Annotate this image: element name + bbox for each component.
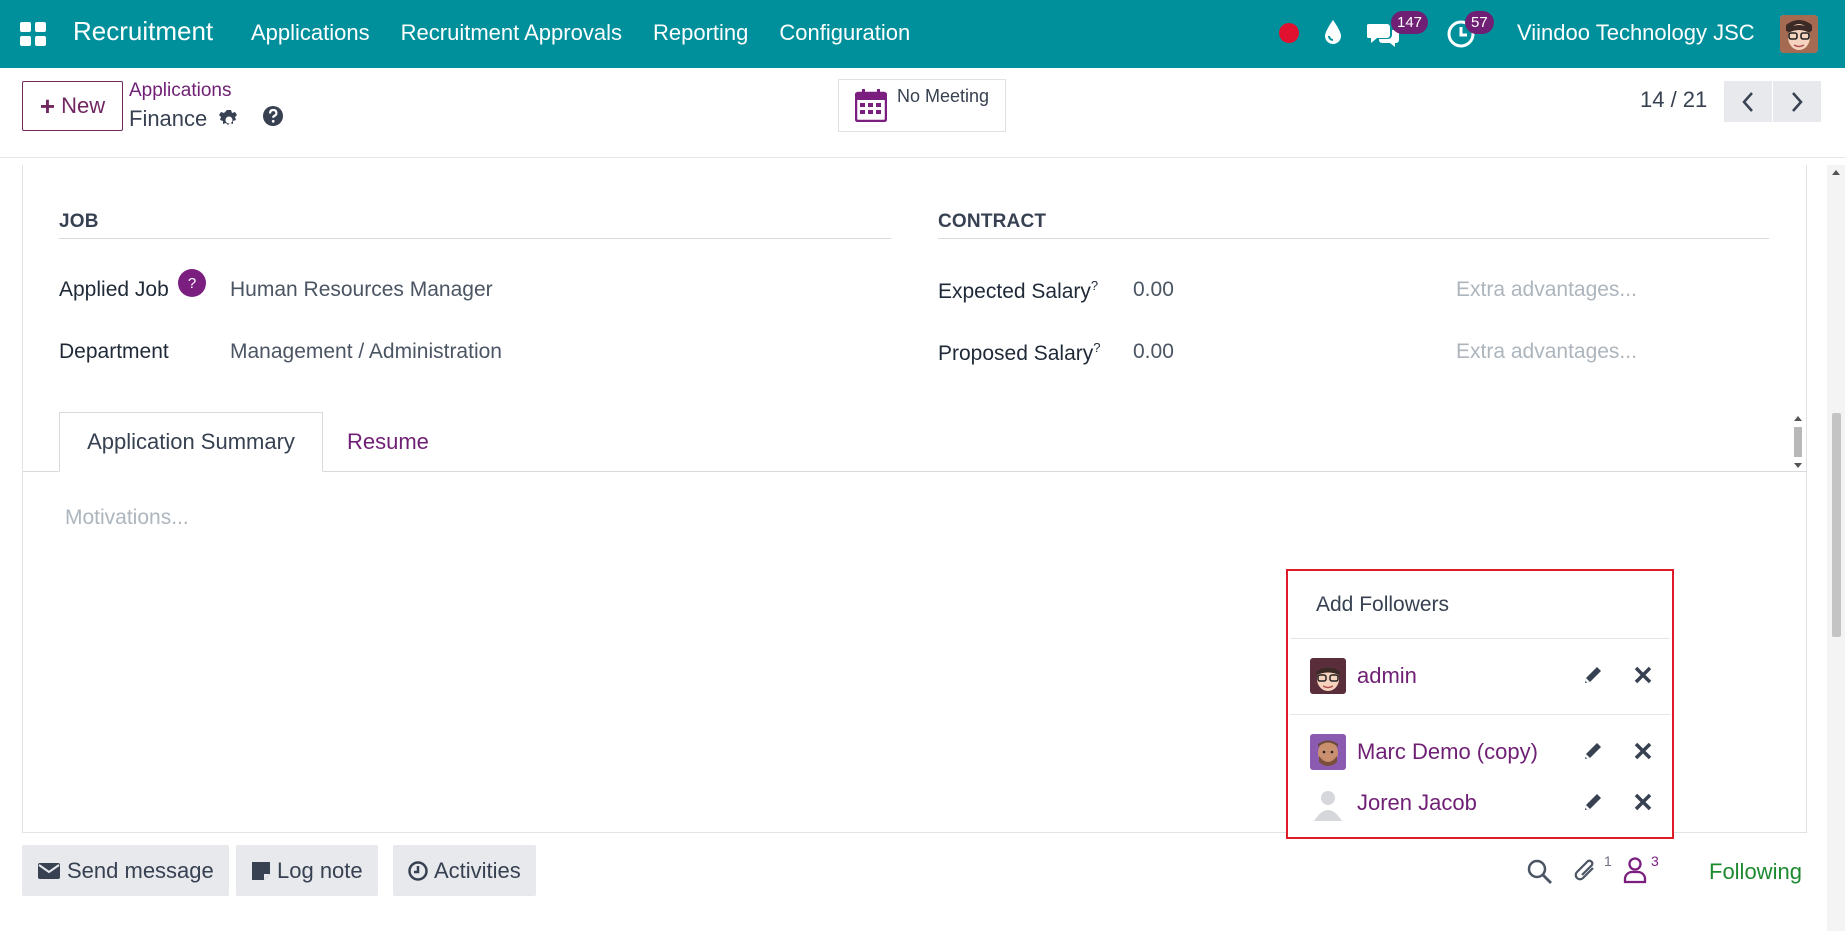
pencil-icon[interactable] xyxy=(1582,791,1604,813)
chevron-left-icon xyxy=(1742,91,1753,112)
followers-count: 3 xyxy=(1651,853,1659,869)
note-icon xyxy=(252,861,270,880)
add-followers-button[interactable]: Add Followers xyxy=(1316,593,1449,617)
meeting-smart-button[interactable]: No Meeting xyxy=(838,79,1006,132)
proposed-extra-advantages-input[interactable]: Extra advantages... xyxy=(1456,340,1637,364)
log-note-label: Log note xyxy=(277,857,363,883)
follower-name[interactable]: admin xyxy=(1357,663,1417,689)
applied-job-field[interactable]: Human Resources Manager xyxy=(230,278,493,302)
calendar-icon xyxy=(855,89,887,122)
main-menu: Applications Recruitment Approvals Repor… xyxy=(251,20,941,46)
followers-dropdown: Add Followers admin Marc Demo (copy) Jor… xyxy=(1286,569,1674,839)
send-message-label: Send message xyxy=(67,857,214,883)
company-switcher[interactable]: Viindoo Technology JSC xyxy=(1517,20,1755,46)
followers-person-icon[interactable] xyxy=(1623,856,1647,884)
job-group-title: JOB xyxy=(59,211,99,232)
close-icon[interactable] xyxy=(1633,741,1653,761)
new-button-label: New xyxy=(61,93,106,118)
follower-name[interactable]: Joren Jacob xyxy=(1357,790,1477,816)
top-navbar: Recruitment Applications Recruitment App… xyxy=(0,0,1845,68)
attachments-count: 1 xyxy=(1604,853,1612,869)
followers-divider xyxy=(1290,714,1670,715)
drop-icon[interactable] xyxy=(1322,18,1344,46)
pager-value[interactable]: 14 / 21 xyxy=(1640,87,1707,113)
follower-avatar xyxy=(1310,658,1346,694)
scroll-up-arrow-icon[interactable] xyxy=(1791,413,1805,423)
contract-group-divider xyxy=(938,238,1769,239)
clock-icon xyxy=(408,860,428,881)
messages-count-badge: 147 xyxy=(1391,11,1429,34)
tab-resume[interactable]: Resume xyxy=(347,429,429,455)
plus-icon: + xyxy=(39,91,56,121)
follower-avatar xyxy=(1310,734,1346,770)
menu-recruitment-approvals[interactable]: Recruitment Approvals xyxy=(401,20,622,46)
scroll-down-arrow-icon[interactable] xyxy=(1791,461,1805,471)
activities-count-badge: 57 xyxy=(1465,11,1494,34)
tab-application-summary[interactable]: Application Summary xyxy=(59,412,323,472)
motivations-input[interactable]: Motivations... xyxy=(65,506,189,530)
control-panel: + New Applications Finance No Meeting 14… xyxy=(0,68,1845,158)
expected-salary-label: Expected Salary? xyxy=(938,278,1098,304)
follower-row: Joren Jacob xyxy=(1288,777,1672,827)
close-icon[interactable] xyxy=(1633,792,1653,812)
applied-job-help-badge[interactable]: ? xyxy=(178,269,206,297)
pencil-icon[interactable] xyxy=(1582,740,1604,762)
pencil-icon[interactable] xyxy=(1582,664,1604,686)
scroll-up-arrow-icon[interactable] xyxy=(1827,165,1845,179)
breadcrumb-applications[interactable]: Applications xyxy=(129,80,231,102)
record-icon[interactable] xyxy=(1279,23,1299,43)
tabs-scrollbar-thumb[interactable] xyxy=(1794,427,1802,457)
close-icon[interactable] xyxy=(1633,665,1653,685)
paperclip-icon[interactable] xyxy=(1573,856,1601,886)
proposed-salary-field[interactable]: 0.00 xyxy=(1133,340,1174,364)
proposed-salary-help[interactable]: ? xyxy=(1093,340,1100,355)
new-button[interactable]: + New xyxy=(22,81,123,131)
pager-next-button[interactable] xyxy=(1773,81,1821,122)
proposed-salary-label: Proposed Salary? xyxy=(938,340,1101,366)
search-icon[interactable] xyxy=(1527,859,1553,885)
follower-name[interactable]: Marc Demo (copy) xyxy=(1357,739,1538,765)
proposed-salary-label-text: Proposed Salary xyxy=(938,342,1094,365)
expected-salary-help[interactable]: ? xyxy=(1091,278,1098,293)
chevron-right-icon xyxy=(1792,91,1803,112)
send-message-button[interactable]: Send message xyxy=(22,845,229,896)
menu-applications[interactable]: Applications xyxy=(251,20,370,46)
help-icon[interactable] xyxy=(262,105,284,127)
activities-label: Activities xyxy=(434,857,521,883)
contract-group-title: CONTRACT xyxy=(938,211,1047,232)
menu-configuration[interactable]: Configuration xyxy=(779,20,910,46)
page-scrollbar[interactable] xyxy=(1827,165,1845,931)
envelope-icon xyxy=(38,862,60,879)
meeting-label: No Meeting xyxy=(897,86,990,106)
follower-row: Marc Demo (copy) xyxy=(1288,726,1672,776)
following-button[interactable]: Following xyxy=(1709,859,1802,885)
follower-row: admin xyxy=(1288,650,1672,700)
log-note-button[interactable]: Log note xyxy=(236,845,378,896)
user-avatar[interactable] xyxy=(1780,15,1818,53)
applied-job-label: Applied Job xyxy=(59,278,169,301)
activities-button[interactable]: Activities xyxy=(393,845,536,896)
pager-previous-button[interactable] xyxy=(1724,81,1772,122)
page-scrollbar-thumb[interactable] xyxy=(1832,413,1841,637)
breadcrumb-current: Finance xyxy=(129,106,208,131)
menu-reporting[interactable]: Reporting xyxy=(653,20,748,46)
apps-menu-icon[interactable] xyxy=(20,22,46,46)
job-group-divider xyxy=(59,238,891,239)
followers-divider xyxy=(1290,638,1670,639)
follower-avatar xyxy=(1310,785,1346,821)
expected-salary-label-text: Expected Salary xyxy=(938,280,1091,303)
expected-extra-advantages-input[interactable]: Extra advantages... xyxy=(1456,278,1637,302)
department-label: Department xyxy=(59,340,169,363)
app-brand[interactable]: Recruitment xyxy=(73,16,213,47)
department-field[interactable]: Management / Administration xyxy=(230,340,502,364)
gear-icon[interactable] xyxy=(218,109,240,131)
tabs-scrollbar[interactable] xyxy=(1791,413,1805,471)
expected-salary-field[interactable]: 0.00 xyxy=(1133,278,1174,302)
